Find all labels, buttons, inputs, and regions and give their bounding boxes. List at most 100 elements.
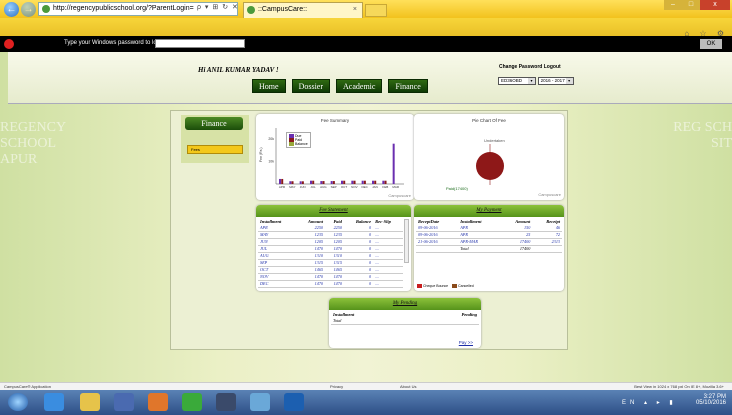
payment-cell: 46	[532, 224, 562, 232]
tray-icons[interactable]: EN ▴ ▸ ▮	[622, 399, 677, 406]
x-tick-label: AUG	[320, 185, 327, 189]
close-button[interactable]: x	[700, 0, 730, 10]
app-icon[interactable]	[216, 393, 236, 411]
x-tick-label: JUN	[300, 185, 306, 189]
tab-close-icon[interactable]: ×	[353, 3, 357, 17]
fee-cell: OCT	[258, 266, 297, 274]
footer-app-name: CampusCare® Application	[4, 384, 51, 389]
bar-paid-jul	[312, 180, 315, 184]
rec-slip-link[interactable]: ....	[373, 224, 403, 232]
cheque-bounce-label: Cheque Bounce	[423, 283, 449, 288]
legend-balance: Balance	[289, 142, 308, 147]
media-player-icon[interactable]	[114, 393, 134, 411]
new-tab-button[interactable]	[365, 4, 387, 17]
fees-select[interactable]: Fees	[187, 145, 243, 154]
fee-cell: 1470	[325, 245, 344, 253]
fee-cell: 0	[343, 245, 374, 253]
password-input[interactable]	[155, 39, 245, 48]
explorer-icon[interactable]	[80, 393, 100, 411]
bar-due-feb	[382, 180, 385, 184]
password-prompt-bar: Type your Windows password to log on: OK	[0, 36, 732, 52]
monitor-icon[interactable]	[284, 393, 304, 411]
payment-cell: 72	[532, 231, 562, 239]
pending-panel: My Pending Installment Pending Total Pay…	[329, 298, 481, 348]
bar-due-dec	[361, 180, 364, 184]
fee-statement-row: JUL 1470 1470 0....	[258, 245, 403, 253]
x-tick-label: MAR	[392, 185, 400, 189]
x-tick-label: DEC	[361, 185, 368, 189]
payment-cell: 150	[500, 224, 533, 232]
tab-favicon-icon	[247, 6, 255, 14]
fee-cell: 1310	[325, 252, 344, 260]
minimize-button[interactable]: –	[664, 0, 682, 10]
cancelled-label: Cancelled	[458, 283, 474, 288]
rec-slip-link[interactable]: ....	[373, 245, 403, 253]
browser-tab[interactable]: ::CampusCare:: ×	[243, 2, 363, 18]
forward-button[interactable]: →	[21, 2, 36, 17]
fee-cell: 1465	[325, 266, 344, 274]
fee-cell: 1470	[296, 245, 326, 253]
menu-finance[interactable]: Finance	[388, 79, 428, 93]
firefox-icon[interactable]	[148, 393, 168, 411]
menu-dossier[interactable]: Dossier	[291, 79, 331, 93]
account-links[interactable]: Change Password Logout	[499, 64, 561, 70]
fee-cell: DEC	[258, 280, 297, 288]
back-button[interactable]: ←	[4, 2, 19, 17]
rec-slip-link[interactable]: ....	[373, 238, 403, 246]
fee-cell: MAY	[258, 231, 297, 239]
payment-table: ReceptDate Installment Amount Receipt 09…	[416, 219, 562, 253]
fee-statement-scrollbar[interactable]	[404, 219, 409, 263]
rec-slip-link[interactable]: ....	[373, 259, 403, 267]
fee-statement-table-wrap: Installment Amount Paid Balance Rec-Slip…	[258, 219, 403, 288]
bar-due-may	[289, 181, 292, 184]
about-link[interactable]: About Us	[400, 384, 416, 389]
start-button-icon[interactable]	[8, 393, 28, 411]
chrome-icon[interactable]	[182, 393, 202, 411]
session-select[interactable]: 2016 - 2017 ▾	[537, 77, 574, 85]
fee-cell: 1205	[325, 238, 344, 246]
ie-icon[interactable]	[44, 393, 64, 411]
fee-statement-table: Installment Amount Paid Balance Rec-Slip…	[258, 219, 403, 288]
pie-chart	[476, 144, 504, 185]
payment-total-value: 17400	[500, 245, 533, 253]
rec-slip-link[interactable]: ....	[373, 280, 403, 288]
pending-table: Installment Pending Total	[331, 312, 479, 325]
warning-icon	[4, 39, 14, 49]
fee-statement-row: OCT 1465 1465 0....	[258, 266, 403, 274]
cheque-bounce-swatch	[417, 284, 422, 288]
rec-slip-link[interactable]: ....	[373, 266, 403, 274]
x-tick-label: FEB	[382, 185, 388, 189]
site-header: Hi ANIL KUMAR YADAV ! Change Password Lo…	[8, 52, 732, 104]
payment-panel: My Payment ReceptDate Installment Amount…	[414, 205, 564, 291]
student-select[interactable]: ED36OBD ▾	[498, 77, 536, 85]
pie-chart-panel: Pie Chart Of Fee Undertaken Paid(17400) …	[414, 114, 564, 200]
fee-cell: 0	[343, 224, 374, 232]
finance-title: Finance	[185, 117, 243, 130]
bar-paid-aug	[322, 181, 325, 184]
address-controls[interactable]: ρ ▾ ⊞ ↻ ✕	[197, 3, 239, 11]
paint-icon[interactable]	[250, 393, 270, 411]
payment-cell: APR	[458, 224, 501, 232]
fee-cell: 1235	[296, 231, 326, 239]
y-tick-label: 20k	[268, 137, 274, 141]
ok-button[interactable]: OK	[700, 39, 722, 49]
bar-paid-may	[291, 181, 294, 184]
clock[interactable]: 3:27 PM 05/10/2016	[696, 394, 726, 406]
rec-slip-link[interactable]: ....	[373, 273, 403, 281]
payment-cell: 2313	[532, 238, 562, 246]
privacy-link[interactable]: Privacy	[330, 384, 343, 389]
bar-due-mar	[392, 143, 395, 184]
pie-label-undertaken: Undertaken	[484, 138, 505, 143]
maximize-button[interactable]: □	[682, 0, 700, 10]
menu-academic[interactable]: Academic	[336, 79, 383, 93]
pie-label-paid: Paid(17400)	[446, 186, 468, 191]
bar-paid-apr	[281, 178, 284, 184]
fee-cell: 1470	[325, 280, 344, 288]
rec-slip-link[interactable]: ....	[373, 252, 403, 260]
x-tick-label: JUL	[310, 185, 316, 189]
rec-slip-link[interactable]: ....	[373, 231, 403, 239]
pay-link[interactable]: Pay >>	[459, 340, 473, 345]
menu-home[interactable]: Home	[252, 79, 286, 93]
finance-content: Finance Fees Fee Summary 20k 10k Fee (Rs.)…	[170, 110, 568, 350]
bar-paid-feb	[384, 180, 387, 184]
